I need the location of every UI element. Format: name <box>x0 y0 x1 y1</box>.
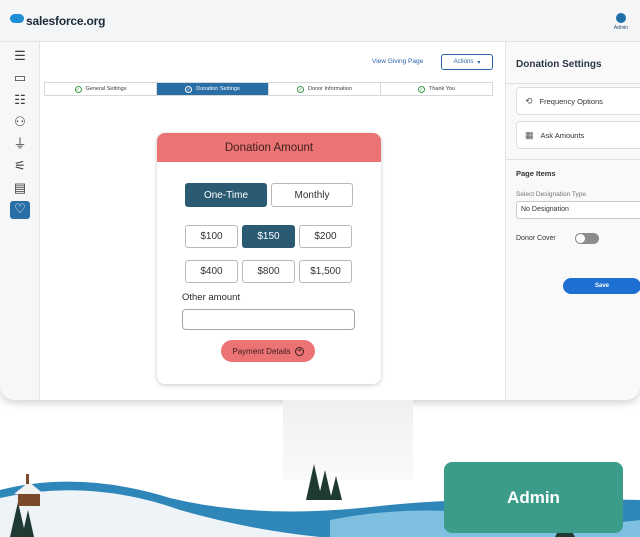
step-label: Donation Settings <box>196 86 240 92</box>
add-user-icon[interactable]: ⚇ <box>12 114 28 130</box>
actions-button[interactable]: Actions ▾ <box>441 54 493 70</box>
amount-button-selected[interactable]: $150 <box>242 225 295 248</box>
actions-label: Actions <box>453 59 474 65</box>
amount-button[interactable]: $200 <box>299 225 352 248</box>
divider <box>506 83 640 84</box>
payment-details-label: Payment Details <box>232 346 291 356</box>
step-thank-you[interactable]: ✓ Thank You <box>381 83 492 95</box>
id-card-icon[interactable]: ▭ <box>12 70 28 86</box>
check-circle-icon: ✓ <box>185 85 193 93</box>
top-bar: salesforce.org Admin <box>0 0 640 42</box>
ask-amounts-item[interactable]: ▦ Ask Amounts <box>516 121 640 149</box>
progress-steps: ✓ General Settings ✓ Donation Settings ✓… <box>44 82 493 96</box>
repeat-icon: ⟲ <box>525 95 533 106</box>
donation-card: Donation Amount One-Time Monthly $100 $1… <box>157 133 381 384</box>
donor-cover-label: Donor Cover <box>516 235 556 242</box>
card-title: Donation Amount <box>157 133 381 162</box>
amount-button[interactable]: $800 <box>242 260 295 283</box>
step-general-settings[interactable]: ✓ General Settings <box>45 83 157 95</box>
arrow-right-circle-icon: ➜ <box>294 346 304 356</box>
left-nav-rail: ☰ ▭ ☷ ⚇ ⏚ ⚟ ▤ ♡ <box>0 42 40 400</box>
plug-icon[interactable]: ⏚ <box>12 136 28 152</box>
other-amount-label: Other amount <box>182 292 241 303</box>
one-time-button[interactable]: One-Time <box>185 183 267 207</box>
toggle-knob <box>576 234 585 243</box>
main-content: View Giving Page Actions ▾ ✓ General Set… <box>40 42 505 400</box>
admin-menu[interactable]: Admin <box>610 13 632 31</box>
amount-button[interactable]: $400 <box>185 260 238 283</box>
save-button[interactable]: Save <box>563 278 640 294</box>
check-circle-icon: ✓ <box>418 85 425 93</box>
chevron-down-icon: ▾ <box>477 59 481 66</box>
divider <box>506 159 640 160</box>
check-circle-icon: ✓ <box>74 85 82 93</box>
cloud-icon <box>10 13 24 23</box>
calculator-icon: ▦ <box>525 129 534 140</box>
monthly-button[interactable]: Monthly <box>271 183 353 207</box>
step-donation-settings[interactable]: ✓ Donation Settings <box>157 83 269 95</box>
step-label: General Settings <box>85 86 127 92</box>
settings-panel: Donation Settings ⟲ Frequency Options ▦ … <box>505 42 640 400</box>
designation-label: Select Designation Type <box>516 191 586 198</box>
receipt-icon[interactable]: ▤ <box>12 180 28 196</box>
admin-badge: Admin <box>444 462 623 533</box>
frequency-options-item[interactable]: ⟲ Frequency Options <box>516 87 640 115</box>
step-label: Donor Information <box>307 86 353 92</box>
admin-label: Admin <box>613 25 629 31</box>
panel-title: Donation Settings <box>516 59 602 70</box>
page-items-heading: Page Items <box>516 169 556 178</box>
menu-icon[interactable]: ☰ <box>12 48 28 64</box>
step-label: Thank You <box>429 86 455 92</box>
item-label: Frequency Options <box>539 96 603 106</box>
amount-button[interactable]: $1,500 <box>299 260 352 283</box>
amount-button[interactable]: $100 <box>185 225 238 248</box>
donor-cover-toggle[interactable] <box>575 233 599 244</box>
hierarchy-icon[interactable]: ⚟ <box>12 158 28 174</box>
payment-details-button[interactable]: Payment Details ➜ <box>221 340 315 362</box>
other-amount-input[interactable] <box>182 309 355 330</box>
designation-select[interactable]: No Designation <box>516 201 640 219</box>
monitor-screen: salesforce.org Admin ☰ ▭ ☷ ⚇ ⏚ ⚟ ▤ ♡ Vie… <box>0 0 640 400</box>
layers-icon[interactable]: ☷ <box>12 92 28 108</box>
logo-text: salesforce.org <box>26 14 106 28</box>
heart-icon[interactable]: ♡ <box>10 201 30 219</box>
view-giving-page-link[interactable]: View Giving Page <box>372 58 423 65</box>
item-label: Ask Amounts <box>540 130 585 140</box>
step-donor-information[interactable]: ✓ Donor Information <box>269 83 381 95</box>
check-circle-icon: ✓ <box>296 85 304 93</box>
gear-icon <box>616 13 626 23</box>
salesforce-logo[interactable]: salesforce.org <box>10 13 106 28</box>
